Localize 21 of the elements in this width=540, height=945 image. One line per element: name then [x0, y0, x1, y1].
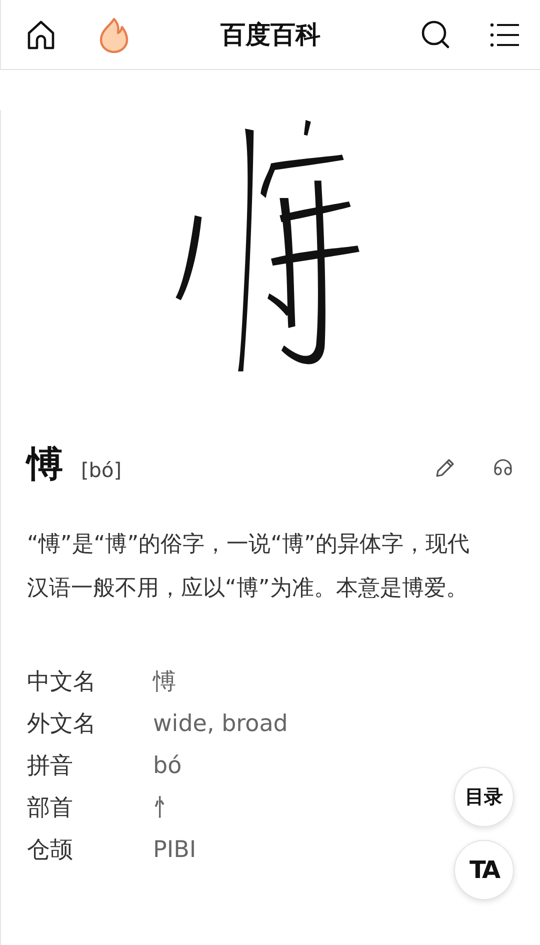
home-icon[interactable]	[25, 18, 57, 50]
pinyin: [bó]	[81, 457, 122, 484]
info-label: 部首	[27, 794, 73, 823]
text-size-button[interactable]: TA	[454, 840, 514, 900]
search-icon[interactable]	[420, 18, 452, 50]
info-label: 中文名	[27, 668, 96, 697]
pencil-icon[interactable]	[434, 457, 456, 479]
app-title: 百度百科	[220, 20, 320, 49]
info-value: PIBI	[153, 836, 196, 865]
info-value: 愽	[153, 668, 176, 697]
menu-icon[interactable]	[490, 22, 520, 48]
info-value: wide, broad	[153, 710, 288, 739]
summary-text: “愽”是“博”的俗字，一说“博”的异体字，现代汉语一般不用，应以“博”为准。本意是博爱。	[27, 531, 470, 603]
info-label: 仓颉	[27, 836, 73, 865]
info-label: 外文名	[27, 710, 96, 739]
entry-character: 愽	[27, 443, 63, 487]
info-value: 忄	[153, 794, 176, 823]
info-label: 拼音	[27, 752, 73, 781]
flame-icon[interactable]	[97, 16, 131, 52]
info-value: bó	[153, 752, 182, 781]
contents-button[interactable]: 目录	[454, 767, 514, 827]
